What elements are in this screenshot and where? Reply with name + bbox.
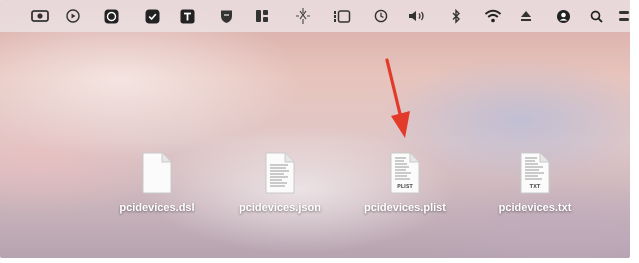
file-item[interactable]: TXT pcidevices.txt [480,152,590,214]
plist-document-icon: PLIST [390,152,420,194]
search-icon[interactable] [590,9,603,23]
security-shield-icon[interactable] [220,9,233,23]
time-machine-icon[interactable] [374,9,388,23]
screenshot-icon[interactable] [31,9,49,23]
bluetooth-icon[interactable] [451,8,461,24]
eject-icon[interactable] [520,9,532,23]
file-type-label: PLIST [397,184,413,190]
shield-check-icon[interactable] [145,9,160,23]
play-circle-icon[interactable] [66,9,80,23]
voice-control-icon[interactable] [295,8,311,24]
user-account-icon[interactable] [556,9,571,23]
volume-icon[interactable] [408,9,428,23]
desktop: pcidevices.dsl pcidevices.json PLIST pci… [0,0,630,258]
file-name: pcidevices.plist [364,202,446,214]
file-item[interactable]: pcidevices.json [225,152,335,214]
window-layout-icon[interactable] [255,9,269,23]
file-name: pcidevices.dsl [119,202,195,214]
file-item[interactable]: pcidevices.dsl [102,152,212,214]
stage-manager-icon[interactable] [333,9,351,23]
control-center-icon[interactable] [618,9,630,23]
wifi-icon[interactable] [484,9,502,23]
txt-document-icon: TXT [520,152,550,194]
file-name: pcidevices.txt [498,202,572,214]
file-type-label: TXT [530,184,541,190]
red-arrow-icon [385,58,410,138]
text-app-icon[interactable] [180,9,195,23]
file-name: pcidevices.json [239,202,321,214]
blank-document-icon [142,152,172,194]
file-item[interactable]: PLIST pcidevices.plist [350,152,460,214]
text-document-icon [265,152,295,194]
app-badge-icon[interactable] [104,9,119,23]
menu-bar [0,0,630,32]
